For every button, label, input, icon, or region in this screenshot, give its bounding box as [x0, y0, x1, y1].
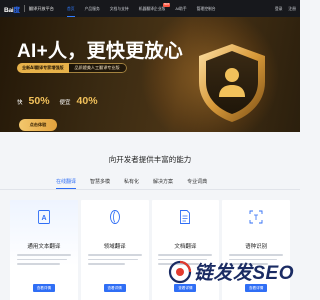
section-title: 向开发者提供丰富的能力: [108, 155, 192, 164]
card-title: 语种识别: [245, 244, 268, 250]
card-language-detection[interactable]: 语种识别 查看详情: [222, 200, 290, 300]
tab-dictionary[interactable]: 专业词典: [187, 178, 207, 188]
svg-text:A: A: [41, 215, 46, 222]
card-description: [16, 254, 71, 268]
language-detect-icon: [249, 210, 263, 224]
capability-cards: A 通用文本翻译 查看详情 领域翻译 查看详情 文档翻译 查看详情 语种识别 查…: [10, 200, 290, 300]
logo-mark: Bai度: [4, 6, 20, 14]
document-translate-icon: [180, 210, 191, 224]
hero-tagline-secondary: 品质媲美人工翻译专业版: [68, 63, 127, 73]
stat-price-value: 40%: [76, 95, 98, 107]
watermark: 链发发SEO: [168, 258, 294, 285]
tab-private-deploy[interactable]: 私有化: [124, 178, 139, 188]
card-document-translation[interactable]: 文档翻译 查看详情: [151, 200, 220, 300]
view-details-button[interactable]: 查看详情: [245, 284, 268, 292]
watermark-logo-icon: [168, 260, 191, 283]
shield-user-icon: [199, 44, 265, 122]
hero-tagline-primary: 全新AI翻译专家增强版: [17, 63, 69, 73]
card-title: 领域翻译: [103, 244, 126, 250]
nav-item-enterprise[interactable]: 机器翻译企业版 HOT: [134, 0, 171, 17]
watermark-text: 链发发SEO: [193, 263, 294, 284]
nav-item-products[interactable]: 产品服务: [80, 0, 105, 17]
card-domain-translation[interactable]: 领域翻译 查看详情: [80, 200, 149, 300]
register-link[interactable]: 注册: [288, 6, 296, 12]
hero-banner[interactable]: AI+人，更快更放心 全新AI翻译专家增强版 品质媲美人工翻译专业版 快 50%…: [0, 17, 300, 132]
tabs-divider: [0, 189, 300, 190]
tab-solutions[interactable]: 解决方案: [153, 178, 173, 188]
stat-speed-value: 50%: [28, 95, 50, 107]
capability-tabs: 在线翻译 智慧多模 私有化 解决方案 专业词典: [56, 178, 276, 189]
card-text-translation[interactable]: A 通用文本翻译 查看详情: [10, 200, 78, 300]
nav-item-ai-assistant[interactable]: AI助手: [170, 0, 191, 17]
text-translate-icon: A: [37, 210, 50, 224]
nav-item-docs[interactable]: 文档与支持: [105, 0, 134, 17]
nav-auth: 登录 注册: [275, 6, 296, 12]
nav-item-console[interactable]: 管理控制台: [192, 0, 221, 17]
hero-title: AI+人，更快更放心: [17, 41, 184, 62]
view-details-button[interactable]: 查看详情: [103, 284, 126, 292]
login-link[interactable]: 登录: [275, 6, 283, 12]
card-title: 通用文本翻译: [27, 244, 61, 250]
hero-tagline: 全新AI翻译专家增强版 品质媲美人工翻译专业版: [17, 63, 127, 73]
view-details-button[interactable]: 查看详情: [174, 284, 197, 292]
card-title: 文档翻译: [174, 244, 197, 250]
hot-badge: HOT: [162, 3, 171, 7]
tab-multimodal[interactable]: 智慧多模: [90, 178, 110, 188]
nav-menu: 首页 产品服务 文档与支持 机器翻译企业版 HOT AI助手 管理控制台: [62, 0, 221, 17]
stat-speed-label: 快: [17, 100, 23, 106]
card-description: [87, 254, 142, 268]
stat-price-label: 便宜: [59, 100, 71, 106]
try-now-button[interactable]: 点击体验: [19, 119, 57, 131]
logo[interactable]: Bai度 翻译开放平台: [4, 0, 54, 17]
top-nav: Bai度 翻译开放平台 首页 产品服务 文档与支持 机器翻译企业版 HOT AI助…: [0, 0, 300, 17]
logo-divider: [23, 5, 25, 12]
logo-text: 翻译开放平台: [28, 5, 54, 11]
hero-stats: 快 50% 便宜 40%: [17, 95, 98, 107]
view-details-button[interactable]: 查看详情: [32, 284, 55, 292]
tab-online-translation[interactable]: 在线翻译: [56, 178, 77, 189]
nav-item-home[interactable]: 首页: [62, 0, 80, 17]
page: Bai度 翻译开放平台 首页 产品服务 文档与支持 机器翻译企业版 HOT AI助…: [0, 0, 300, 300]
domain-translate-icon: [109, 210, 120, 224]
